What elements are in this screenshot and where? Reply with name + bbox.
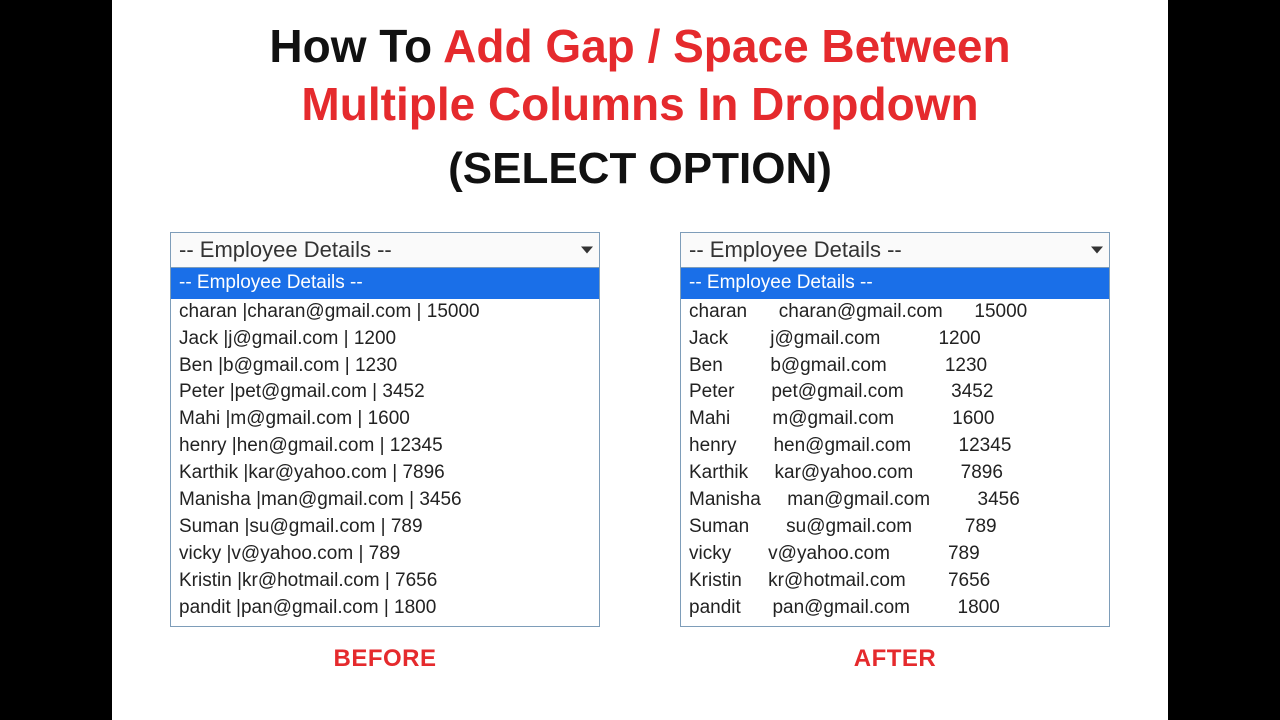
after-option-list[interactable]: -- Employee Details -- charan charan@gma… <box>680 268 1110 628</box>
before-option-row[interactable]: Kristin |kr@hotmail.com | 7656 <box>171 568 599 595</box>
before-caption: BEFORE <box>170 645 600 673</box>
before-option-row[interactable]: Peter |pet@gmail.com | 3452 <box>171 379 599 406</box>
after-option-row[interactable]: Peter pet@gmail.com 3452 <box>681 379 1109 406</box>
title-block: How To Add Gap / Space Between Multiple … <box>112 0 1168 196</box>
slide: How To Add Gap / Space Between Multiple … <box>112 0 1168 720</box>
before-option-row[interactable]: vicky |v@yahoo.com | 789 <box>171 541 599 568</box>
after-option-row[interactable]: Ben b@gmail.com 1230 <box>681 353 1109 380</box>
after-option-row[interactable]: Kristin kr@hotmail.com 7656 <box>681 568 1109 595</box>
title-line-2: Multiple Columns In Dropdown <box>112 76 1168 134</box>
panels: -- Employee Details -- -- Employee Detai… <box>112 196 1168 673</box>
after-option-row[interactable]: charan charan@gmail.com 15000 <box>681 299 1109 326</box>
after-panel: -- Employee Details -- -- Employee Detai… <box>680 232 1110 673</box>
after-option-row[interactable]: pandit pan@gmail.com 1800 <box>681 595 1109 622</box>
after-option-row[interactable]: Suman su@gmail.com 789 <box>681 514 1109 541</box>
select-option-text: SELECT OPTION <box>463 144 817 193</box>
before-option-placeholder[interactable]: -- Employee Details -- <box>171 268 599 299</box>
before-option-row[interactable]: Jack |j@gmail.com | 1200 <box>171 326 599 353</box>
before-option-row[interactable]: henry |hen@gmail.com | 12345 <box>171 433 599 460</box>
after-option-row[interactable]: henry hen@gmail.com 12345 <box>681 433 1109 460</box>
after-option-placeholder[interactable]: -- Employee Details -- <box>681 268 1109 299</box>
after-caption: AFTER <box>680 645 1110 673</box>
before-panel: -- Employee Details -- -- Employee Detai… <box>170 232 600 673</box>
before-option-row[interactable]: Manisha |man@gmail.com | 3456 <box>171 487 599 514</box>
chevron-down-icon <box>1091 246 1103 253</box>
paren-close: ) <box>817 144 832 193</box>
before-option-list[interactable]: -- Employee Details -- charan |charan@gm… <box>170 268 600 628</box>
title-howto: How To <box>269 20 443 72</box>
chevron-down-icon <box>581 246 593 253</box>
after-option-row[interactable]: Jack j@gmail.com 1200 <box>681 326 1109 353</box>
after-option-row[interactable]: Manisha man@gmail.com 3456 <box>681 487 1109 514</box>
before-select-value: -- Employee Details -- <box>179 237 392 262</box>
before-option-row[interactable]: Suman |su@gmail.com | 789 <box>171 514 599 541</box>
title-red-a: Add Gap / Space Between <box>443 20 1010 72</box>
after-option-row[interactable]: Mahi m@gmail.com 1600 <box>681 406 1109 433</box>
before-option-row[interactable]: pandit |pan@gmail.com | 1800 <box>171 595 599 622</box>
paren-open: ( <box>448 144 463 193</box>
title-line-1: How To Add Gap / Space Between <box>112 18 1168 76</box>
after-select-value: -- Employee Details -- <box>689 237 902 262</box>
before-option-row[interactable]: Ben |b@gmail.com | 1230 <box>171 353 599 380</box>
after-select-collapsed[interactable]: -- Employee Details -- <box>680 232 1110 268</box>
before-option-row[interactable]: Karthik |kar@yahoo.com | 7896 <box>171 460 599 487</box>
before-option-row[interactable]: Mahi |m@gmail.com | 1600 <box>171 406 599 433</box>
after-option-row[interactable]: Karthik kar@yahoo.com 7896 <box>681 460 1109 487</box>
before-select-collapsed[interactable]: -- Employee Details -- <box>170 232 600 268</box>
before-option-row[interactable]: charan |charan@gmail.com | 15000 <box>171 299 599 326</box>
title-line-3: (SELECT OPTION) <box>112 141 1168 196</box>
after-option-row[interactable]: vicky v@yahoo.com 789 <box>681 541 1109 568</box>
